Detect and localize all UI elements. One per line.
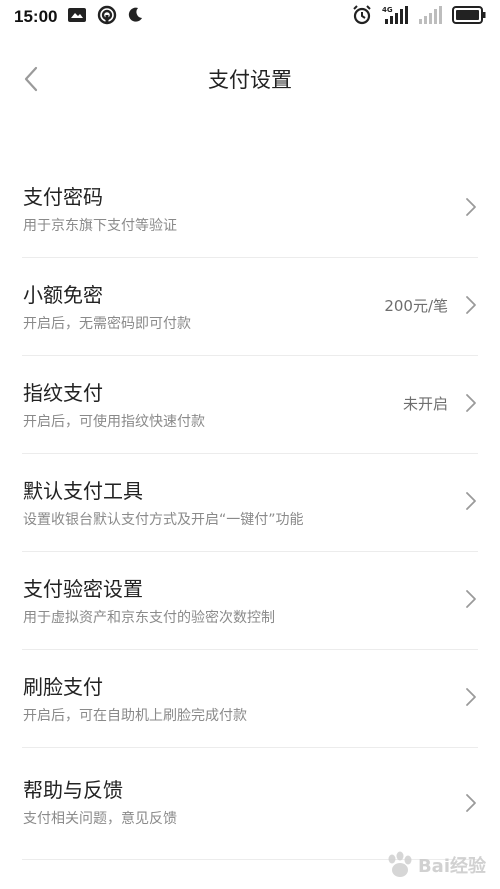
row-small-amount-free[interactable]: 小额免密 开启后，无需密码即可付款 200元/笔 xyxy=(22,258,478,356)
row-title: 小额免密 xyxy=(23,283,103,307)
row-subtitle: 开启后，可使用指纹快速付款 xyxy=(23,414,205,430)
row-title: 默认支付工具 xyxy=(23,479,143,503)
settings-list: 支付密码 用于京东旗下支付等验证 小额免密 开启后，无需密码即可付款 200元/… xyxy=(0,160,500,860)
chevron-right-icon xyxy=(466,794,476,812)
row-subtitle: 开启后，可在自助机上刷脸完成付款 xyxy=(23,708,247,724)
row-help-feedback[interactable]: 帮助与反馈 支付相关问题，意见反馈 xyxy=(22,748,478,860)
chevron-right-icon xyxy=(466,394,476,412)
row-subtitle: 支付相关问题，意见反馈 xyxy=(23,811,177,827)
row-value: 未开启 xyxy=(402,395,448,413)
chevron-right-icon xyxy=(466,688,476,706)
row-title: 指纹支付 xyxy=(23,381,103,405)
battery-icon xyxy=(452,6,486,28)
status-left: 15:00 xyxy=(14,5,143,29)
signal-4g-icon: 4G xyxy=(382,5,408,29)
status-right: 4G xyxy=(352,5,486,29)
nav-bar: 支付设置 xyxy=(0,52,500,108)
row-subtitle: 开启后，无需密码即可付款 xyxy=(23,316,191,332)
baidu-jingyan-watermark: Bai经验 xyxy=(384,851,486,879)
chevron-right-icon xyxy=(466,590,476,608)
row-title: 帮助与反馈 xyxy=(23,778,123,802)
chevron-right-icon xyxy=(466,492,476,510)
row-default-pay-tool[interactable]: 默认支付工具 设置收银台默认支付方式及开启“一键付”功能 xyxy=(22,454,478,552)
row-subtitle: 设置收银台默认支付方式及开启“一键付”功能 xyxy=(23,512,304,528)
row-face-pay[interactable]: 刷脸支付 开启后，可在自助机上刷脸完成付款 xyxy=(22,650,478,748)
row-payment-password[interactable]: 支付密码 用于京东旗下支付等验证 xyxy=(22,160,478,258)
row-fingerprint-pay[interactable]: 指纹支付 开启后，可使用指纹快速付款 未开启 xyxy=(22,356,478,454)
chevron-right-icon xyxy=(466,198,476,216)
row-title: 支付验密设置 xyxy=(23,577,143,601)
row-value: 200元/笔 xyxy=(384,297,448,315)
moon-icon xyxy=(127,7,143,27)
status-time: 15:00 xyxy=(14,7,58,26)
row-title: 刷脸支付 xyxy=(23,675,103,699)
watermark-text: Bai经验 xyxy=(417,856,486,877)
row-subtitle: 用于虚拟资产和京东支付的验密次数控制 xyxy=(23,610,275,626)
signal-secondary-icon xyxy=(418,5,442,29)
row-title: 支付密码 xyxy=(23,185,103,209)
row-verification-settings[interactable]: 支付验密设置 用于虚拟资产和京东支付的验密次数控制 xyxy=(22,552,478,650)
svg-text:4G: 4G xyxy=(382,6,393,14)
alarm-icon xyxy=(352,5,372,29)
message-icon xyxy=(67,7,87,27)
hotspot-icon xyxy=(97,5,117,29)
page-title: 支付设置 xyxy=(208,68,292,92)
row-subtitle: 用于京东旗下支付等验证 xyxy=(23,218,177,234)
chevron-right-icon xyxy=(466,296,476,314)
status-bar: 15:00 4G xyxy=(0,0,500,34)
paw-icon xyxy=(388,851,412,877)
